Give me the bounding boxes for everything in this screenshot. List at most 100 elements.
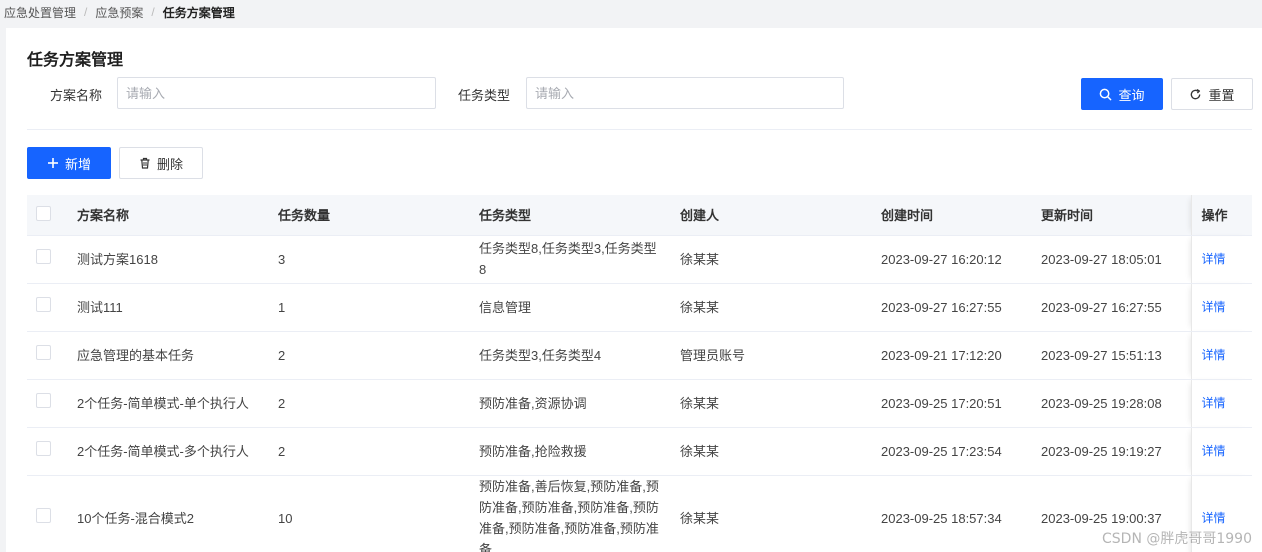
breadcrumb: 应急处置管理 / 应急预案 / 任务方案管理 [0, 0, 1262, 24]
trash-icon [139, 157, 151, 169]
row-checkbox[interactable] [36, 296, 51, 312]
task-count-cell: 1 [268, 283, 469, 332]
creator-cell: 徐某某 [670, 427, 871, 476]
created-time-cell: 2023-09-27 16:20:12 [871, 235, 1031, 284]
search-icon [1099, 88, 1112, 101]
plan-name-cell: 测试方案1618 [67, 235, 268, 284]
query-button[interactable]: 查询 [1081, 78, 1163, 110]
creator-cell: 管理员账号 [670, 331, 871, 380]
refresh-icon [1189, 88, 1202, 101]
reset-button[interactable]: 重置 [1171, 78, 1253, 110]
creator-cell: 徐某某 [670, 475, 871, 552]
task-count-cell: 2 [268, 379, 469, 428]
table-row: 测试111 1 信息管理 徐某某 2023-09-27 16:27:55 202… [27, 283, 1252, 332]
task-type-label: 任务类型 [458, 88, 511, 103]
updated-time-cell: 2023-09-25 19:19:27 [1031, 427, 1191, 476]
breadcrumb-item-emergency[interactable]: 应急处置管理 [4, 4, 76, 21]
reset-button-label: 重置 [1208, 87, 1235, 103]
row-select-cell [27, 283, 67, 332]
row-checkbox[interactable] [36, 440, 51, 456]
table-header-row: 方案名称 任务数量 任务类型 创建人 创建时间 更新时间 操作 [27, 195, 1252, 236]
action-cell: 详情 [1190, 235, 1252, 284]
task-types-cell: 任务类型3,任务类型4 [469, 331, 670, 380]
updated-time-cell: 2023-09-25 19:28:08 [1031, 379, 1191, 428]
updated-time-cell: 2023-09-27 15:51:13 [1031, 331, 1191, 380]
main-card: 任务方案管理 方案名称 任务类型 查询 重置 新增 删除 [6, 28, 1262, 552]
filter-divider [27, 129, 1252, 130]
watermark: CSDN @胖虎哥哥1990 [1102, 531, 1252, 547]
creator-cell: 徐某某 [670, 235, 871, 284]
select-all-checkbox[interactable] [36, 205, 51, 221]
task-count-cell: 2 [268, 427, 469, 476]
plan-name-input[interactable] [117, 77, 436, 109]
delete-button-label: 删除 [156, 156, 183, 172]
plan-name-label: 方案名称 [50, 88, 103, 103]
action-cell: 详情 [1190, 283, 1252, 332]
add-button-label: 新增 [64, 156, 91, 172]
table-row: 应急管理的基本任务 2 任务类型3,任务类型4 管理员账号 2023-09-21… [27, 331, 1252, 380]
detail-link[interactable]: 详情 [1202, 444, 1226, 458]
column-header-action: 操作 [1190, 195, 1252, 236]
breadcrumb-item-plan[interactable]: 应急预案 [95, 4, 143, 21]
row-select-cell [27, 235, 67, 284]
task-count-cell: 2 [268, 331, 469, 380]
created-time-cell: 2023-09-25 17:20:51 [871, 379, 1031, 428]
task-types-cell: 预防准备,资源协调 [469, 379, 670, 428]
task-types-cell: 预防准备,抢险救援 [469, 427, 670, 476]
column-header-created: 创建时间 [871, 195, 1031, 236]
row-select-cell [27, 475, 67, 552]
detail-link[interactable]: 详情 [1202, 396, 1226, 410]
created-time-cell: 2023-09-27 16:27:55 [871, 283, 1031, 332]
task-types-cell: 信息管理 [469, 283, 670, 332]
action-cell: 详情 [1190, 379, 1252, 428]
created-time-cell: 2023-09-25 17:23:54 [871, 427, 1031, 476]
plan-name-cell: 应急管理的基本任务 [67, 331, 268, 380]
row-select-cell [27, 331, 67, 380]
column-header-updated: 更新时间 [1031, 195, 1191, 236]
table-row: 10个任务-混合模式2 10 预防准备,善后恢复,预防准备,预防准备,预防准备,… [27, 475, 1252, 552]
created-time-cell: 2023-09-21 17:12:20 [871, 331, 1031, 380]
task-count-cell: 3 [268, 235, 469, 284]
row-checkbox[interactable] [36, 248, 51, 264]
detail-link[interactable]: 详情 [1202, 300, 1226, 314]
plan-name-cell: 2个任务-简单模式-单个执行人 [67, 379, 268, 428]
column-header-creator: 创建人 [670, 195, 871, 236]
creator-cell: 徐某某 [670, 283, 871, 332]
updated-time-cell: 2023-09-27 18:05:01 [1031, 235, 1191, 284]
created-time-cell: 2023-09-25 18:57:34 [871, 475, 1031, 552]
task-types-cell: 任务类型8,任务类型3,任务类型8 [469, 235, 670, 284]
task-type-input[interactable] [526, 77, 844, 109]
row-checkbox[interactable] [36, 344, 51, 360]
detail-link[interactable]: 详情 [1202, 511, 1226, 525]
row-checkbox[interactable] [36, 392, 51, 408]
query-button-label: 查询 [1118, 87, 1145, 103]
table-row: 2个任务-简单模式-单个执行人 2 预防准备,资源协调 徐某某 2023-09-… [27, 379, 1252, 428]
plan-name-cell: 测试111 [67, 283, 268, 332]
select-all-cell [27, 195, 67, 236]
add-button[interactable]: 新增 [27, 147, 111, 179]
table-row: 2个任务-简单模式-多个执行人 2 预防准备,抢险救援 徐某某 2023-09-… [27, 427, 1252, 476]
plan-table: 方案名称 任务数量 任务类型 创建人 创建时间 更新时间 操作 测试方案1618… [27, 195, 1252, 552]
row-checkbox[interactable] [36, 507, 51, 523]
row-select-cell [27, 379, 67, 428]
action-cell: 详情 [1190, 331, 1252, 380]
column-header-types: 任务类型 [469, 195, 670, 236]
breadcrumb-item-current: 任务方案管理 [162, 5, 235, 20]
plan-name-cell: 2个任务-简单模式-多个执行人 [67, 427, 268, 476]
detail-link[interactable]: 详情 [1202, 348, 1226, 362]
task-count-cell: 10 [268, 475, 469, 552]
task-types-cell: 预防准备,善后恢复,预防准备,预防准备,预防准备,预防准备,预防准备,预防准备,… [469, 475, 670, 552]
action-cell: 详情 [1190, 427, 1252, 476]
page-title: 任务方案管理 [27, 52, 124, 69]
breadcrumb-separator: / [84, 5, 88, 19]
breadcrumb-separator: / [151, 5, 155, 19]
column-header-count: 任务数量 [268, 195, 469, 236]
creator-cell: 徐某某 [670, 379, 871, 428]
updated-time-cell: 2023-09-27 16:27:55 [1031, 283, 1191, 332]
plan-name-cell: 10个任务-混合模式2 [67, 475, 268, 552]
column-header-name: 方案名称 [67, 195, 268, 236]
row-select-cell [27, 427, 67, 476]
table-row: 测试方案1618 3 任务类型8,任务类型3,任务类型8 徐某某 2023-09… [27, 235, 1252, 284]
delete-button[interactable]: 删除 [119, 147, 203, 179]
detail-link[interactable]: 详情 [1202, 252, 1226, 266]
